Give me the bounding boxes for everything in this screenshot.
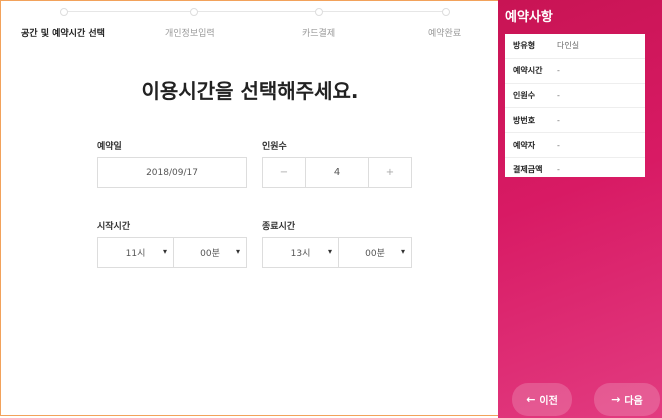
start-minute-value: 00분	[200, 249, 220, 259]
summary-row-amount: 결제금액 -	[505, 158, 645, 182]
arrow-right-icon: →	[611, 393, 621, 406]
chevron-down-icon: ▾	[400, 247, 405, 256]
reservation-summary-card: 방유형 다인실 예약시간 - 인원수 - 방번호 - 예약자 - 결제금액 -	[505, 34, 645, 177]
arrow-left-icon: ←	[526, 393, 536, 406]
summary-row-booker: 예약자 -	[505, 133, 645, 158]
people-minus-button[interactable]: −	[263, 158, 305, 187]
summary-key: 예약자	[513, 140, 536, 150]
chevron-down-icon: ▾	[235, 247, 240, 256]
prev-button[interactable]: ← 이전	[512, 383, 572, 416]
step-dot-3	[315, 8, 323, 16]
step-dot-1	[60, 8, 68, 16]
summary-row-time: 예약시간 -	[505, 59, 645, 84]
end-hour-select[interactable]: 13시 ▾	[262, 237, 339, 268]
progress-steps: 공간 및 예약시간 선택 개인정보입력 카드결제 예약완료	[1, 1, 499, 41]
sidebar-title: 예약사항	[505, 10, 553, 25]
summary-value: -	[557, 165, 560, 175]
summary-value: -	[557, 140, 560, 150]
chevron-down-icon: ▾	[327, 247, 332, 256]
step-dot-4	[442, 8, 450, 16]
end-minute-value: 00분	[365, 249, 385, 259]
main-panel: 공간 및 예약시간 선택 개인정보입력 카드결제 예약완료 이용시간을 선택해주…	[0, 0, 498, 416]
start-hour-select[interactable]: 11시 ▾	[97, 237, 174, 268]
end-time-label: 종료시간	[262, 222, 296, 232]
step-dot-2	[190, 8, 198, 16]
people-stepper: − 4 +	[262, 157, 412, 188]
step-card-payment: 카드결제	[302, 29, 336, 39]
step-complete: 예약완료	[428, 29, 462, 39]
summary-row-room-number: 방번호 -	[505, 108, 645, 134]
start-minute-select[interactable]: 00분 ▾	[173, 237, 247, 268]
end-hour-value: 13시	[290, 249, 311, 259]
summary-value: 다인실	[557, 41, 580, 51]
step-select-time: 공간 및 예약시간 선택	[21, 29, 105, 39]
next-button[interactable]: → 다음	[594, 383, 660, 416]
summary-key: 결제금액	[513, 165, 543, 175]
progress-line	[63, 11, 448, 12]
summary-key: 인원수	[513, 90, 536, 100]
start-hour-value: 11시	[125, 249, 146, 259]
end-minute-select[interactable]: 00분 ▾	[338, 237, 412, 268]
date-input[interactable]: 2018/09/17	[97, 157, 247, 188]
summary-key: 방번호	[513, 115, 536, 125]
summary-key: 방유형	[513, 41, 536, 51]
page-title: 이용시간을 선택해주세요.	[141, 79, 359, 103]
people-plus-button[interactable]: +	[369, 158, 411, 187]
summary-value: -	[557, 66, 560, 76]
summary-value: -	[557, 90, 560, 100]
step-personal-info: 개인정보입력	[165, 29, 215, 39]
summary-row-room-type: 방유형 다인실	[505, 34, 645, 59]
summary-row-people: 인원수 -	[505, 84, 645, 109]
summary-key: 예약시간	[513, 66, 543, 76]
chevron-down-icon: ▾	[162, 247, 167, 256]
prev-button-label: 이전	[539, 396, 558, 407]
date-label: 예약일	[97, 142, 122, 152]
reservation-sidebar: 예약사항 방유형 다인실 예약시간 - 인원수 - 방번호 - 예약자 - 결제…	[498, 0, 662, 418]
people-label: 인원수	[262, 142, 287, 152]
people-value[interactable]: 4	[305, 158, 369, 187]
next-button-label: 다음	[624, 396, 643, 407]
summary-value: -	[557, 115, 560, 125]
start-time-label: 시작시간	[97, 222, 131, 232]
